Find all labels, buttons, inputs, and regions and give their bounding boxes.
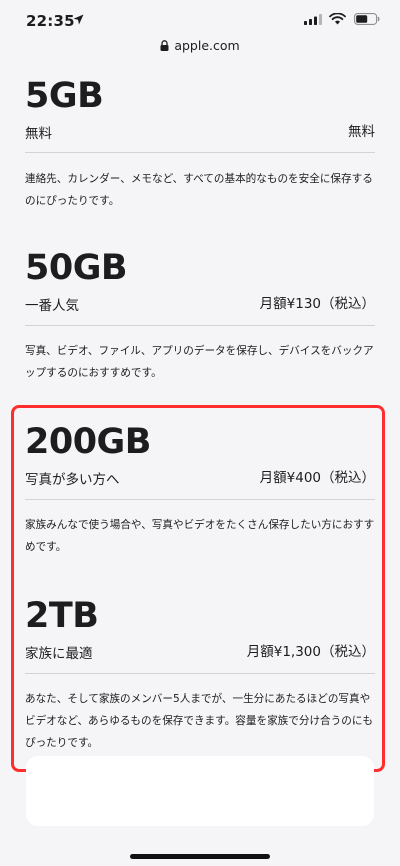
plan-price: 月額¥130（税込） — [259, 296, 375, 312]
lock-icon — [160, 40, 169, 51]
plan-description: 写真、ビデオ、ファイル、アプリのデータを保存し、デバイスをバックアップするのにお… — [25, 345, 374, 379]
page-content: 5GB 無料 無料 連絡先、カレンダー、メモなど、すべての基本的なものを安全に保… — [0, 62, 400, 866]
plan-subtitle: 無料 — [25, 126, 52, 142]
wifi-icon — [329, 13, 346, 25]
location-arrow-icon — [73, 14, 84, 25]
status-time: 22:35 — [26, 12, 75, 30]
plan-subtitle: 一番人気 — [25, 298, 79, 314]
bottom-card — [26, 756, 374, 826]
address-bar[interactable]: apple.com — [0, 34, 400, 62]
plan-size: 5GB — [25, 76, 104, 116]
battery-icon — [354, 13, 380, 25]
url-text: apple.com — [174, 38, 240, 53]
divider — [25, 152, 375, 153]
status-bar: 22:35 — [0, 0, 400, 34]
plan-price: 無料 — [348, 124, 375, 140]
signal-icon — [304, 14, 322, 25]
plan-size: 50GB — [25, 248, 128, 288]
plan-description: 連絡先、カレンダー、メモなど、すべての基本的なものを安全に保存するのにぴったりで… — [25, 173, 373, 207]
divider — [25, 325, 375, 326]
home-indicator — [130, 854, 270, 859]
highlight-box — [11, 405, 385, 772]
